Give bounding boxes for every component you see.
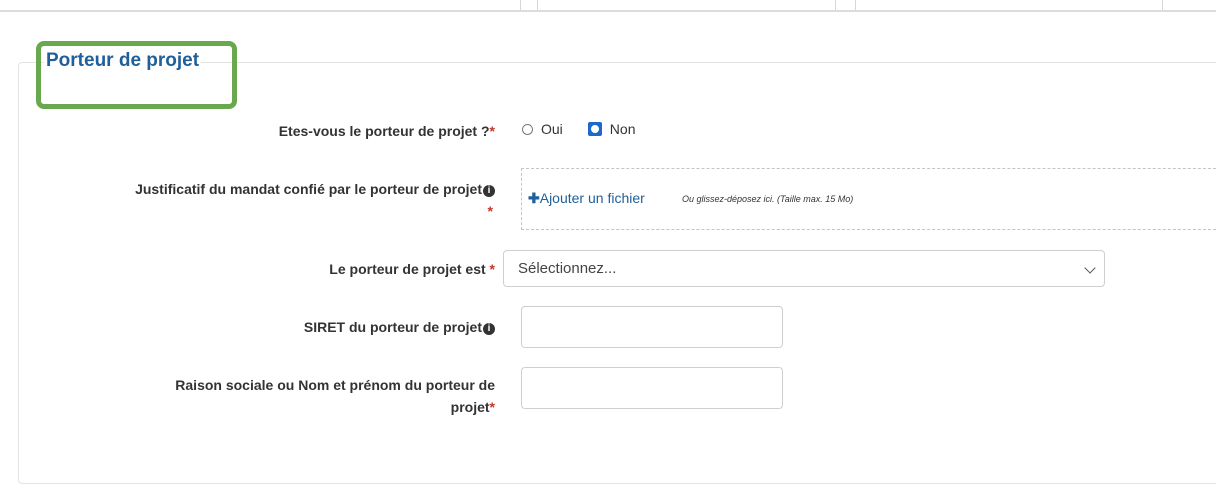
radio-checked-dot [590,125,599,133]
top-separator [1162,0,1163,10]
info-icon[interactable]: i [483,185,495,197]
top-divider [0,10,1216,12]
required-asterisk: * [487,203,493,219]
siret-input[interactable] [521,306,783,348]
top-separator [835,0,836,10]
radio-non-label[interactable]: Non [610,121,636,137]
siret-label: SIRET du porteur de projet i [304,316,495,338]
radio-non[interactable] [587,122,602,136]
top-separator [537,0,538,10]
select-value: Sélectionnez... [518,260,617,277]
add-file-button[interactable]: ✚Ajouter un fichier [528,190,645,207]
chevron-down-icon [1084,262,1096,274]
raison-sociale-label: Raison sociale ou Nom et prénom du porte… [175,377,495,415]
porteur-type-label: Le porteur de projet est * [329,261,495,277]
info-icon[interactable]: i [483,323,495,335]
drop-hint: Ou glissez-déposez ici. (Taille max. 15 … [682,194,854,204]
radio-oui[interactable] [522,123,533,135]
is-porteur-label: Etes-vous le porteur de projet ?* [278,123,495,139]
required-asterisk: * [489,261,495,277]
porteur-type-select[interactable]: Sélectionnez... [503,250,1105,287]
is-porteur-radio-group: Oui Non [522,121,635,137]
required-asterisk: * [489,399,495,415]
top-separator [520,0,521,10]
add-file-label: Ajouter un fichier [539,190,645,206]
raison-sociale-input[interactable] [521,367,783,409]
radio-oui-label[interactable]: Oui [541,121,563,137]
top-separator [855,0,856,10]
required-asterisk: * [489,123,495,139]
plus-icon: ✚ [528,190,540,206]
justificatif-label: Justificatif du mandat confié par le por… [135,181,495,219]
section-title-highlight [36,41,237,109]
